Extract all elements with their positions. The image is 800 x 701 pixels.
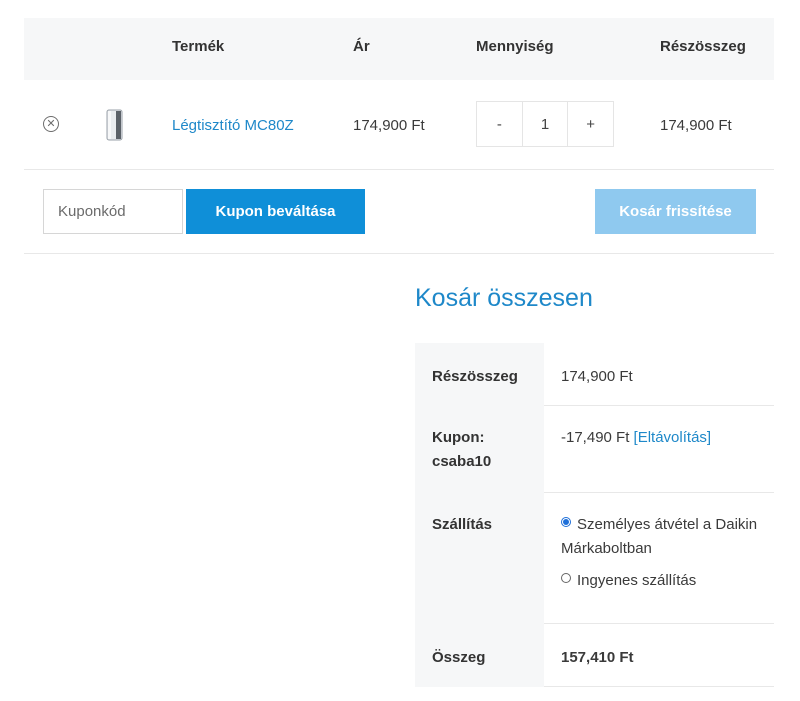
item-subtotal: 174,900 Ft bbox=[660, 117, 732, 134]
totals-subtotal-label: Részösszeg bbox=[432, 368, 518, 385]
remove-coupon-link[interactable]: [Eltávolítás] bbox=[634, 429, 712, 446]
quantity-decrease-button[interactable]: - bbox=[477, 102, 522, 146]
shipping-option-free[interactable]: Ingyenes szállítás bbox=[561, 569, 761, 593]
apply-coupon-button[interactable]: Kupon beváltása bbox=[186, 189, 365, 234]
column-header-price: Ár bbox=[353, 38, 370, 55]
quantity-stepper[interactable]: - 1 + bbox=[476, 101, 614, 147]
quantity-input[interactable]: 1 bbox=[521, 102, 569, 146]
coupon-code-input[interactable] bbox=[43, 189, 183, 234]
quantity-increase-button[interactable]: + bbox=[568, 102, 613, 146]
totals-coupon-label: Kupon: csaba10 bbox=[432, 429, 492, 470]
totals-shipping-label: Szállítás bbox=[432, 516, 493, 533]
column-header-product: Termék bbox=[172, 38, 225, 55]
radio-selected-icon[interactable] bbox=[561, 517, 571, 527]
update-cart-button[interactable]: Kosár frissítése bbox=[595, 189, 756, 234]
totals-order-total-label-cell: Összeg bbox=[415, 624, 544, 687]
totals-coupon-value-cell: -17,490 Ft [Eltávolítás] bbox=[544, 406, 774, 493]
cart-totals-title: Kosár összesen bbox=[415, 284, 593, 312]
totals-coupon-label-cell: Kupon: csaba10 bbox=[415, 406, 544, 493]
totals-subtotal-label-cell: Részösszeg bbox=[415, 343, 544, 406]
totals-order-total-value: 157,410 Ft bbox=[561, 649, 634, 666]
product-thumbnail[interactable] bbox=[103, 108, 127, 142]
totals-order-total-value-cell: 157,410 Ft bbox=[544, 624, 774, 687]
column-header-subtotal: Részösszeg bbox=[660, 38, 746, 55]
totals-coupon-value: -17,490 Ft bbox=[561, 429, 630, 446]
totals-shipping-label-cell: Szállítás bbox=[415, 493, 544, 624]
remove-item-icon[interactable]: ✕ bbox=[43, 116, 59, 132]
radio-unselected-icon[interactable] bbox=[561, 573, 571, 583]
shipping-option-pickup[interactable]: Személyes átvétel a Daikin Márkaboltban bbox=[561, 513, 761, 561]
totals-shipping-value-cell: Személyes átvétel a Daikin Márkaboltban … bbox=[544, 493, 774, 624]
totals-order-total-label: Összeg bbox=[432, 649, 486, 666]
product-name-link[interactable]: Légtisztító MC80Z bbox=[172, 117, 294, 134]
totals-subtotal-value: 174,900 Ft bbox=[561, 368, 633, 385]
item-price: 174,900 Ft bbox=[353, 117, 425, 134]
column-header-quantity: Mennyiség bbox=[476, 38, 554, 55]
totals-subtotal-value-cell: 174,900 Ft bbox=[544, 343, 774, 406]
